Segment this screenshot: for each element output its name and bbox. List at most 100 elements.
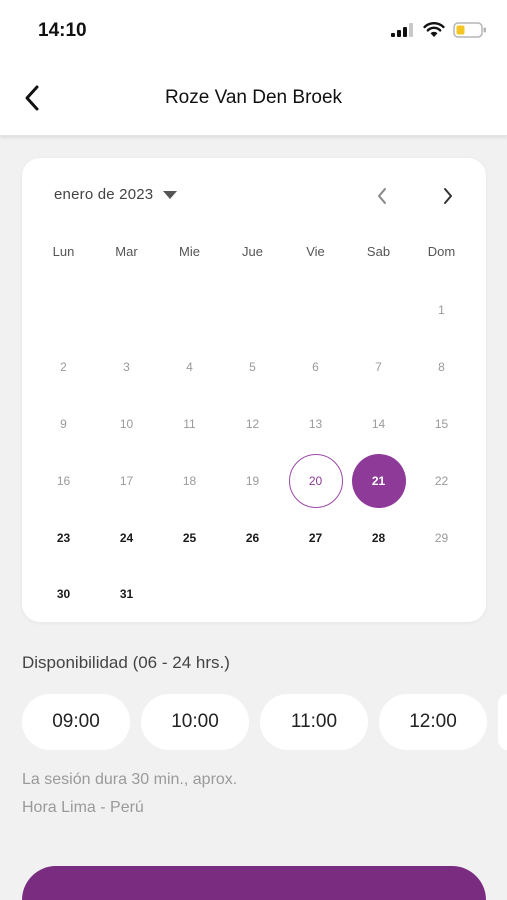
weekday-label: Mar [115, 244, 138, 259]
timezone-note: Hora Lima - Perú [22, 799, 144, 816]
calendar-day-number: 21 [351, 453, 406, 508]
calendar-day: 9 [32, 396, 95, 453]
calendar-day-number: 22 [434, 473, 449, 488]
calendar-day-number: 12 [245, 416, 260, 431]
calendar-day-number: 3 [123, 360, 130, 375]
calendar-day: 17 [95, 452, 158, 509]
calendar-day: 3 [95, 339, 158, 396]
chevron-right-icon [444, 188, 452, 204]
calendar-day-number: 1 [438, 303, 445, 318]
calendar-day-number: 16 [56, 473, 71, 488]
wifi-icon [423, 22, 445, 37]
calendar-day-number: 25 [182, 530, 197, 545]
calendar-day-number: 13 [308, 416, 323, 431]
calendar-day-number: 5 [249, 360, 256, 375]
calendar-day-number: 14 [371, 416, 386, 431]
calendar-day-number: 17 [119, 473, 134, 488]
calendar-day: 8 [410, 339, 473, 396]
weekday-label: Dom [427, 244, 456, 259]
calendar-empty-cell [221, 282, 284, 339]
calendar-day-number: 31 [119, 587, 134, 602]
weekday-label: Mie [179, 244, 200, 259]
time-slot[interactable]: 10:00 [141, 694, 249, 750]
calendar-day-number [352, 283, 406, 337]
calendar-empty-cell [32, 282, 95, 339]
month-dropdown[interactable]: enero de 2023 [54, 186, 178, 203]
prev-month-button[interactable] [370, 184, 394, 208]
calendar-day: 6 [284, 339, 347, 396]
calendar-day: 13 [284, 396, 347, 453]
month-label: enero de 2023 [54, 186, 154, 203]
signal-icon [391, 23, 413, 37]
calendar-empty-cell [347, 282, 410, 339]
calendar-empty-cell [284, 282, 347, 339]
calendar-card: enero de 2023 Lun Mar Mie Jue Vie Sab Do… [22, 158, 486, 622]
calendar-day-number: 15 [434, 416, 449, 431]
calendar-day-number: 28 [371, 530, 386, 545]
chevron-left-icon [378, 188, 386, 204]
calendar-day[interactable]: 23 [32, 509, 95, 566]
calendar-day: 4 [158, 339, 221, 396]
time-slot[interactable]: 11:00 [260, 694, 368, 750]
availability-label: Disponibilidad (06 - 24 hrs.) [22, 653, 230, 672]
calendar-day[interactable]: 27 [284, 509, 347, 566]
calendar-day[interactable]: 24 [95, 509, 158, 566]
calendar-empty-cell [95, 282, 158, 339]
calendar-day: 1 [410, 282, 473, 339]
next-month-button[interactable] [436, 184, 460, 208]
weekday-label: Jue [242, 244, 263, 259]
calendar-day[interactable]: 26 [221, 509, 284, 566]
page-title: Roze Van Den Broek [164, 87, 343, 108]
weekday-header: Lun Mar Mie Jue Vie Sab Dom [32, 244, 473, 259]
calendar-day-number: 26 [245, 530, 260, 545]
calendar-day: 15 [410, 396, 473, 453]
calendar-day[interactable]: 25 [158, 509, 221, 566]
caret-down-icon [163, 190, 178, 199]
time-slot[interactable]: 12:00 [379, 694, 487, 750]
calendar-day-number: 27 [308, 530, 323, 545]
calendar-day[interactable]: 31 [95, 566, 158, 623]
days-grid: 1 2 3 4 5 6 7 8 9 10 11 12 13 14 15 16 17 18 19 20 21 22 23 24 2… [32, 282, 473, 623]
calendar-day: 11 [158, 396, 221, 453]
calendar-day: 18 [158, 452, 221, 509]
weekday-label: Lun [52, 244, 75, 259]
calendar-day: 19 [221, 452, 284, 509]
status-icons [391, 22, 487, 38]
calendar-day-number: 7 [375, 360, 382, 375]
calendar-day-number: 4 [186, 360, 193, 375]
calendar-day-number: 23 [56, 530, 71, 545]
calendar-day-number [289, 283, 343, 337]
calendar-day: 7 [347, 339, 410, 396]
calendar-day-number: 24 [119, 530, 134, 545]
calendar-day: 14 [347, 396, 410, 453]
calendar-day: 2 [32, 339, 95, 396]
calendar-day-number: 11 [183, 416, 196, 431]
time-slots: 09:00 10:00 11:00 12:00 [22, 694, 507, 750]
calendar-day-number: 20 [288, 453, 343, 508]
calendar-day-number: 6 [312, 360, 319, 375]
weekday-label: Vie [306, 244, 325, 259]
calendar-day[interactable]: 28 [347, 509, 410, 566]
calendar-day: 10 [95, 396, 158, 453]
calendar-day-number [163, 283, 217, 337]
app-header: Roze Van Den Broek [0, 64, 507, 136]
calendar-day-number: 19 [245, 473, 260, 488]
calendar-day-number [37, 283, 91, 337]
time-slot-partial[interactable] [498, 694, 507, 750]
calendar-day[interactable]: 21 [347, 452, 410, 509]
calendar-day[interactable]: 20 [284, 452, 347, 509]
calendar-day-number: 9 [60, 416, 67, 431]
weekday-label: Sab [366, 244, 391, 259]
calendar-day: 22 [410, 452, 473, 509]
calendar-day-number: 29 [434, 530, 449, 545]
calendar-day[interactable]: 30 [32, 566, 95, 623]
calendar-day: 5 [221, 339, 284, 396]
calendar-day: 29 [410, 509, 473, 566]
confirm-button[interactable] [22, 866, 486, 900]
calendar-day: 16 [32, 452, 95, 509]
time-slot[interactable]: 09:00 [22, 694, 130, 750]
calendar-day-number [100, 283, 154, 337]
status-time: 14:10 [38, 20, 87, 41]
calendar-day: 12 [221, 396, 284, 453]
battery-icon [453, 22, 486, 38]
